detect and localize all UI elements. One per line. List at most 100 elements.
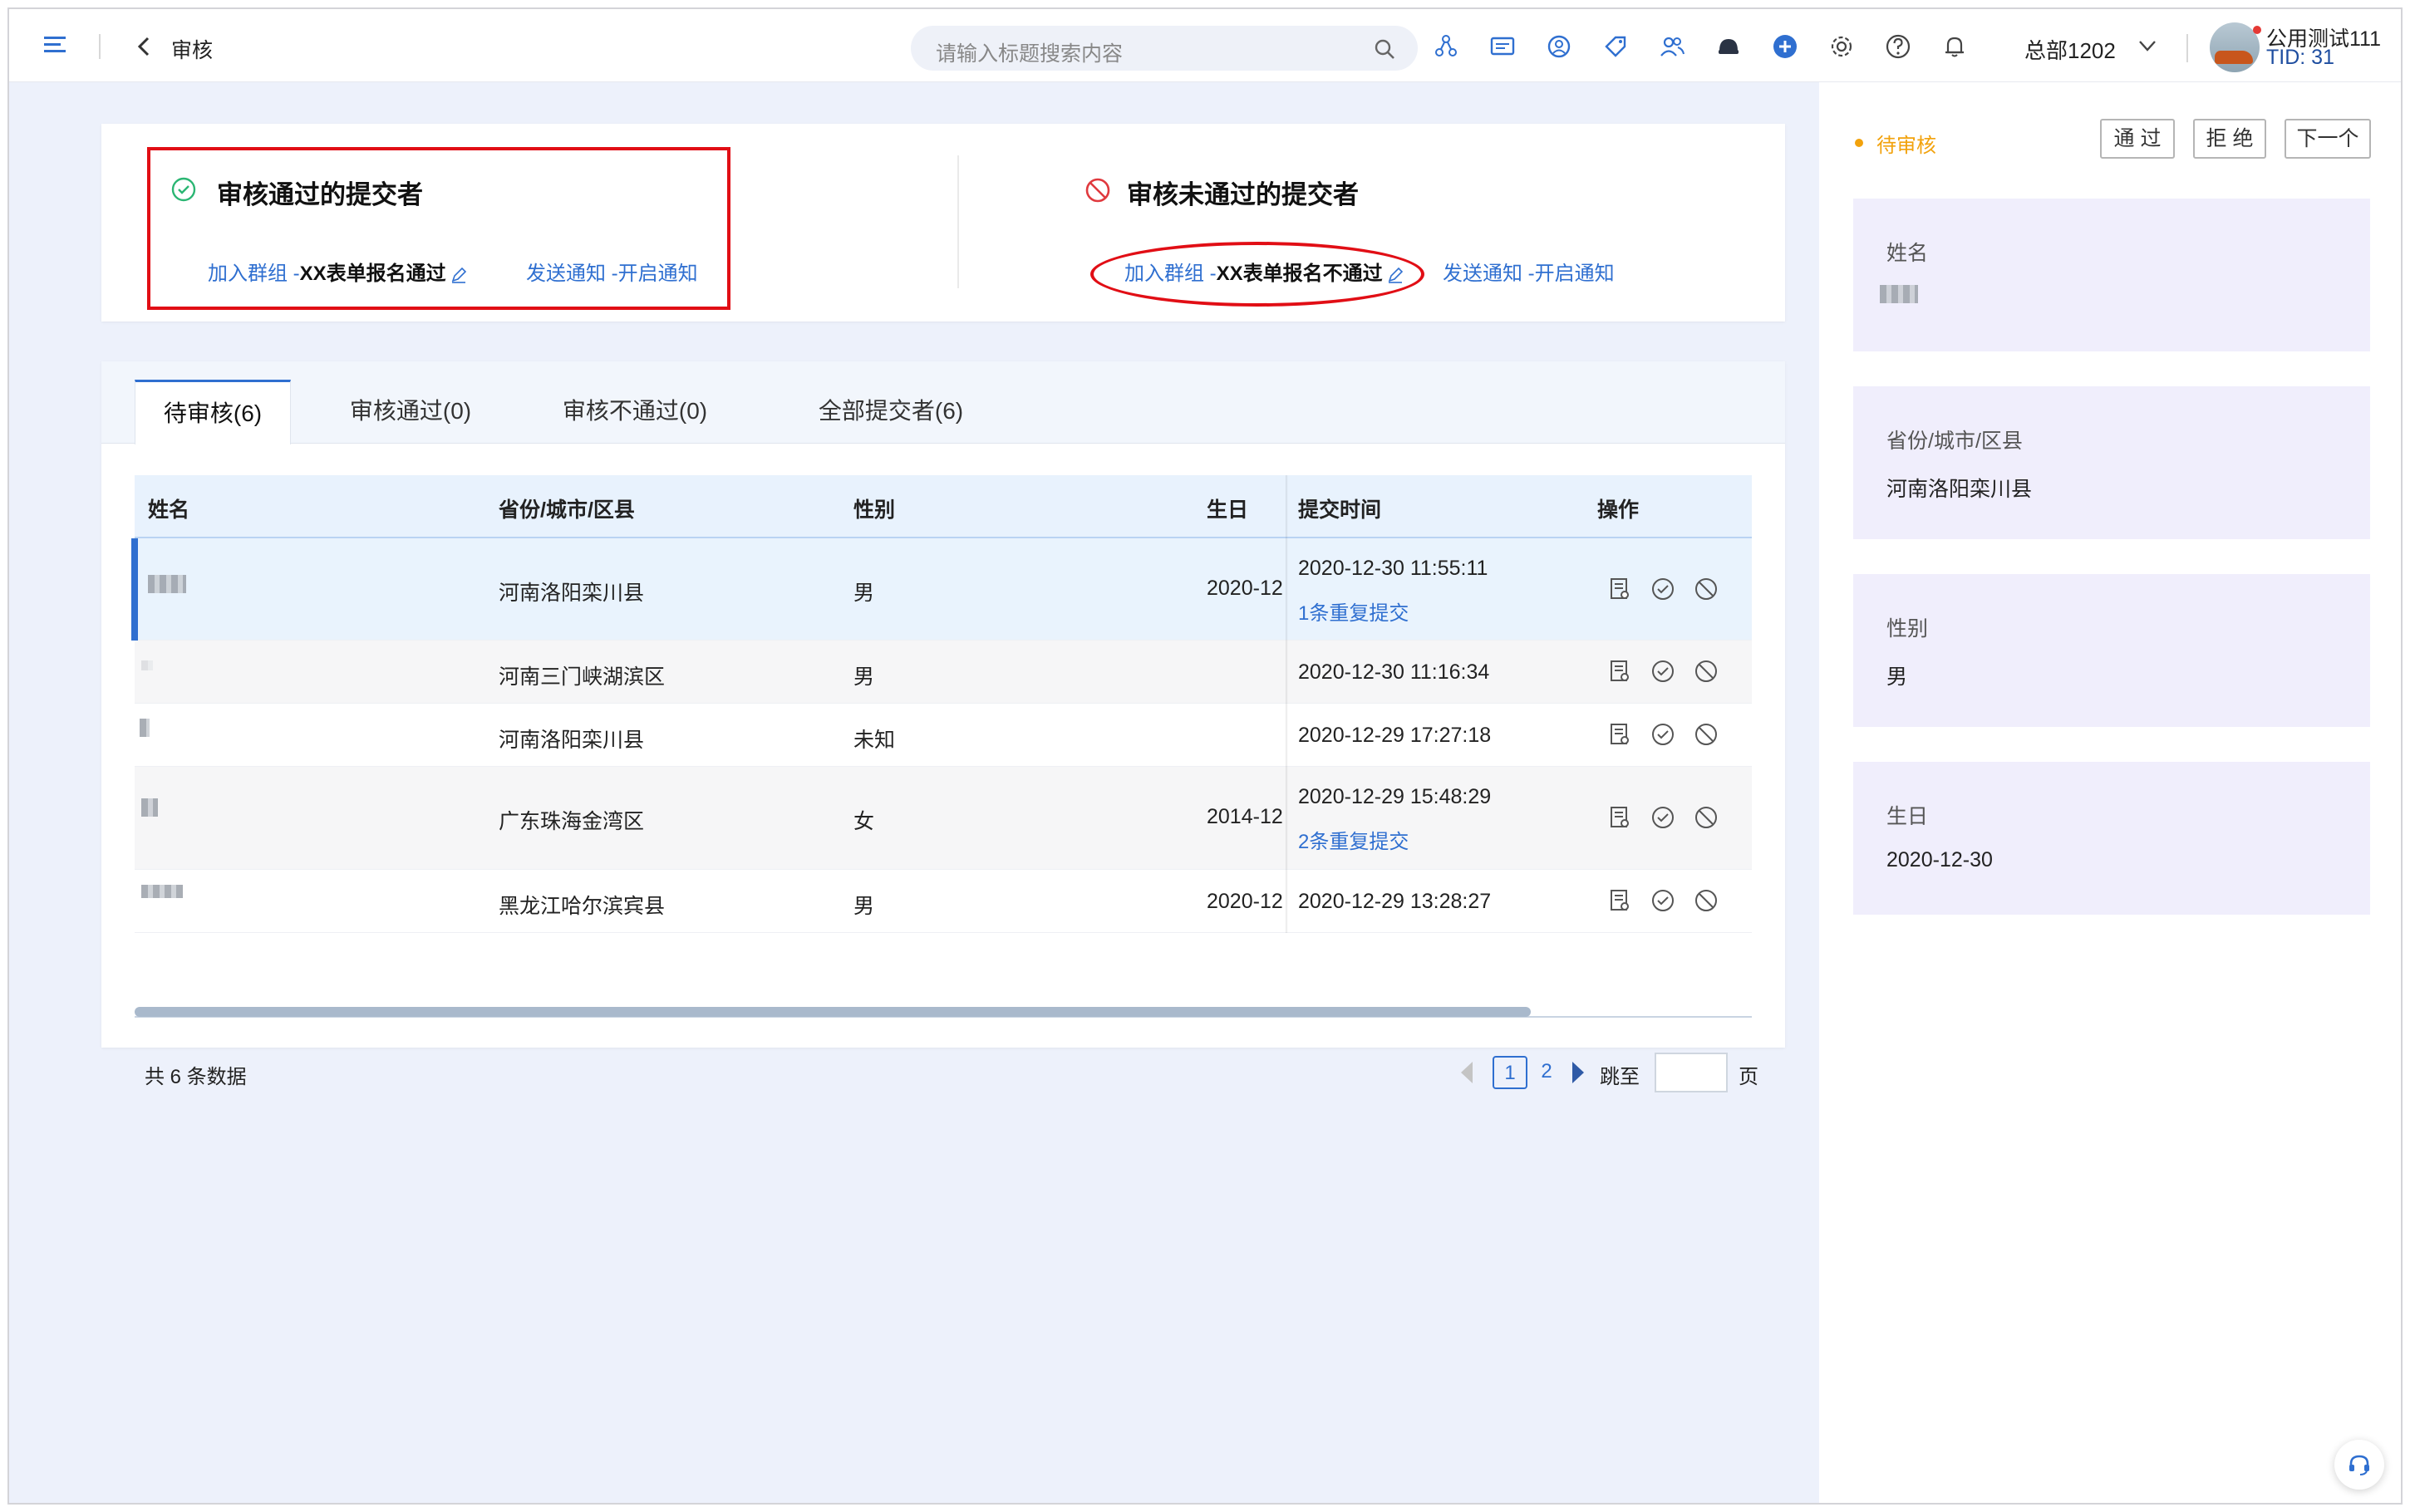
join-group-prefix: 加入群组 - <box>208 263 300 285</box>
settings-icon[interactable] <box>1827 32 1856 61</box>
tab-pending[interactable]: 待审核(6) <box>135 380 291 444</box>
approve-button[interactable]: 通 过 <box>2100 119 2175 159</box>
submit-time-cell: 2020-12-29 15:48:29 <box>1298 785 1492 808</box>
next-page-icon[interactable] <box>1572 1062 1584 1083</box>
table-row[interactable]: 广东珠海金湾区 女 2014-12 2020-12-29 15:48:29 2条… <box>135 767 1752 870</box>
add-icon[interactable] <box>1771 32 1799 61</box>
divider <box>99 34 101 59</box>
jump-page-input[interactable] <box>1655 1053 1728 1092</box>
field-birthday: 生日 2020-12-30 <box>1853 762 2370 915</box>
notification-dot <box>2253 26 2261 34</box>
field-label: 省份/城市/区县 <box>1886 430 2023 453</box>
field-region: 省份/城市/区县 河南洛阳栾川县 <box>1853 386 2370 539</box>
search-icon[interactable] <box>1373 37 1396 61</box>
tab-all[interactable]: 全部提交者(6) <box>783 380 999 444</box>
back-icon[interactable] <box>134 34 155 59</box>
helmet-icon[interactable] <box>1714 32 1743 61</box>
chevron-down-icon[interactable] <box>2135 34 2160 57</box>
reject-button[interactable]: 拒 绝 <box>2193 119 2266 159</box>
approved-title: 审核通过的提交者 <box>217 180 423 209</box>
reject-icon[interactable] <box>1694 888 1719 913</box>
user-tid: TID: 31 <box>2266 46 2334 69</box>
reject-icon[interactable] <box>1694 722 1719 747</box>
gender-cell: 男 <box>853 582 875 605</box>
approve-icon[interactable] <box>1650 805 1675 830</box>
submit-time-cell: 2020-12-30 11:55:11 <box>1298 557 1488 580</box>
horizontal-scrollbar[interactable] <box>135 1007 1531 1017</box>
page-2[interactable]: 2 <box>1529 1056 1564 1089</box>
reject-icon[interactable] <box>1694 577 1719 601</box>
jump-label: 跳至 <box>1600 1066 1640 1088</box>
rejected-join-group-link[interactable]: 加入群组 -XX表单报名不通过 <box>1124 257 1404 286</box>
support-button[interactable] <box>2334 1440 2384 1490</box>
menu-icon[interactable] <box>42 34 69 56</box>
reject-icon[interactable] <box>1694 659 1719 684</box>
prev-page-icon[interactable] <box>1461 1062 1473 1083</box>
help-icon[interactable] <box>1884 32 1912 61</box>
name-column <box>135 475 243 933</box>
notify-value: 开启通知 <box>1534 263 1615 285</box>
submit-time-cell: 2020-12-30 11:16:34 <box>1298 660 1490 684</box>
approve-icon[interactable] <box>1650 577 1675 601</box>
notify-prefix: 发送通知 - <box>1443 263 1535 285</box>
total-count: 共 6 条数据 <box>145 1066 247 1088</box>
page-1[interactable]: 1 <box>1493 1056 1527 1089</box>
org-selector[interactable]: 总部1202 <box>2024 34 2116 65</box>
avatar[interactable] <box>2210 22 2260 72</box>
field-value: 2020-12-30 <box>1886 848 1993 871</box>
approve-icon[interactable] <box>1650 659 1675 684</box>
table-row[interactable]: 黑龙江哈尔滨宾县 男 2020-12 2020-12-29 13:28:27 <box>135 870 1752 933</box>
detail-panel: 待审核 通 过 拒 绝 下一个 姓名 省份/城市/区县 河南洛阳栾川县 性别 男… <box>1819 82 2401 1503</box>
field-value: 河南洛阳栾川县 <box>1886 478 2033 501</box>
birthday-cell: 2014-12 <box>1207 805 1283 828</box>
gender-cell: 男 <box>853 895 875 918</box>
tab-rejected[interactable]: 审核不通过(0) <box>535 380 735 444</box>
detail-icon[interactable] <box>1607 722 1632 747</box>
rejected-notify-link[interactable]: 发送通知 -开启通知 <box>1443 257 1615 286</box>
group-name: XX表单报名通过 <box>299 263 446 285</box>
detail-icon[interactable] <box>1607 659 1632 684</box>
birthday-cell: 2020-12 <box>1207 890 1283 913</box>
top-bar: 审核 请输入标题搜索内容 总部1202 公用测试111 TID: 31 <box>9 9 2401 82</box>
duplicate-link[interactable]: 2条重复提交 <box>1298 825 1409 854</box>
approved-notify-link[interactable]: 发送通知 -开启通知 <box>526 257 698 286</box>
next-button[interactable]: 下一个 <box>2285 119 2371 159</box>
field-label: 性别 <box>1886 617 1929 641</box>
notify-value: 开启通知 <box>617 263 698 285</box>
message-icon[interactable] <box>1488 32 1517 61</box>
submit-time-cell: 2020-12-29 17:27:18 <box>1298 724 1492 747</box>
submissions-card: 待审核(6) 审核通过(0) 审核不通过(0) 全部提交者(6) 姓名 省份/城… <box>101 361 1785 1092</box>
page-label: 页 <box>1739 1066 1758 1088</box>
name-redacted <box>1880 285 1918 303</box>
users-icon[interactable] <box>1658 32 1686 61</box>
gender-cell: 男 <box>853 665 875 689</box>
approve-icon[interactable] <box>1650 888 1675 913</box>
search-box[interactable]: 请输入标题搜索内容 <box>911 26 1418 71</box>
page-title: 审核 <box>171 39 214 62</box>
rejected-title: 审核未通过的提交者 <box>1127 180 1359 209</box>
tab-bar: 待审核(6) 审核通过(0) 审核不通过(0) 全部提交者(6) <box>101 361 1785 444</box>
field-gender: 性别 男 <box>1853 574 2370 727</box>
table-row[interactable]: 河南洛阳栾川县 男 2020-12 2020-12-30 11:55:11 1条… <box>131 538 1752 641</box>
reject-icon[interactable] <box>1694 805 1719 830</box>
approved-join-group-link[interactable]: 加入群组 -XX表单报名通过 <box>208 257 468 286</box>
tag-icon[interactable] <box>1601 32 1630 61</box>
detail-icon[interactable] <box>1607 805 1632 830</box>
duplicate-link[interactable]: 1条重复提交 <box>1298 596 1409 626</box>
col-actions: 操作 <box>1597 498 1640 522</box>
edit-icon[interactable] <box>450 266 468 284</box>
detail-icon[interactable] <box>1607 888 1632 913</box>
approve-icon[interactable] <box>1650 722 1675 747</box>
field-label: 生日 <box>1886 805 1929 828</box>
table-row[interactable]: 河南洛阳栾川县 未知 2020-12-29 17:27:18 <box>135 704 1752 767</box>
table-row[interactable]: 河南三门峡湖滨区 男 2020-12-30 11:16:34 <box>135 641 1752 704</box>
field-name: 姓名 <box>1853 199 2370 351</box>
account-icon[interactable] <box>1545 32 1573 61</box>
tab-approved[interactable]: 审核通过(0) <box>327 380 494 444</box>
network-icon[interactable] <box>1432 32 1460 61</box>
bell-icon[interactable] <box>1940 32 1969 61</box>
review-rules-card: 审核通过的提交者 加入群组 -XX表单报名通过 发送通知 -开启通知 审核未通过… <box>101 124 1785 322</box>
edit-icon[interactable] <box>1386 266 1404 284</box>
detail-icon[interactable] <box>1607 577 1632 601</box>
gender-cell: 未知 <box>853 729 896 752</box>
